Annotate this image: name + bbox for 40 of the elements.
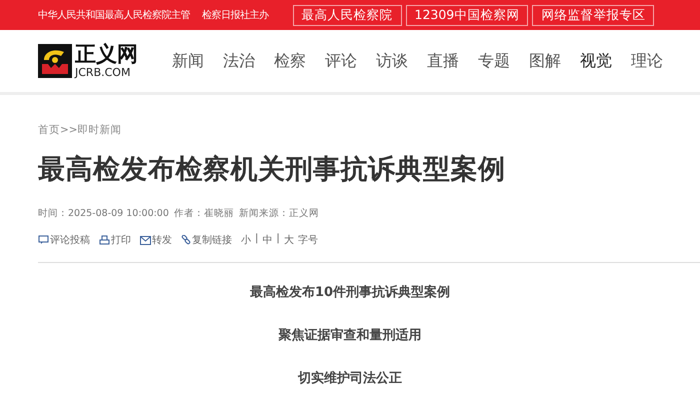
nav-item[interactable]: 访谈	[376, 50, 408, 72]
nav-item[interactable]: 专题	[478, 50, 510, 72]
logo-icon	[38, 44, 72, 78]
article-tool-link[interactable]: 转发	[140, 233, 172, 247]
top-bar-link[interactable]: 网络监督举报专区	[532, 4, 654, 26]
logo-domain: JCRB.COM	[75, 67, 132, 78]
article-meta: 时间：2025-08-09 10:00:00	[38, 207, 169, 220]
top-bar-link[interactable]: 12309中国检察网	[406, 4, 528, 26]
nav-item[interactable]: 理论	[631, 50, 663, 72]
article-tool-link[interactable]: 评论投稿	[38, 233, 90, 247]
font-size-label: 字号	[298, 234, 318, 247]
nav-item[interactable]: 视觉	[580, 50, 612, 72]
separator-text: |	[255, 233, 258, 246]
article-heading: 聚焦证据审查和量刑适用	[278, 326, 422, 344]
nav-item[interactable]: 检察	[274, 50, 306, 72]
logo-name: 正义网	[75, 44, 138, 65]
top-bar-link[interactable]: 最高人民检察院	[292, 4, 402, 26]
mail-icon	[140, 236, 151, 244]
article-meta: 新闻来源：正义网	[238, 207, 319, 220]
font-size-option[interactable]: 中	[262, 233, 272, 247]
article-title: 最高检发布检察机关刑事抗诉典型案例	[38, 153, 506, 187]
article-tool-link[interactable]: 复制链接	[181, 233, 232, 247]
printer-icon	[99, 235, 110, 245]
nav-item[interactable]: 新闻	[172, 50, 204, 72]
article-heading: 最高检发布10件刑事抗诉典型案例	[250, 284, 450, 301]
font-size-option[interactable]: 大	[284, 233, 294, 247]
separator-text: |	[276, 233, 280, 246]
breadcrumb[interactable]: 首页>>即时新闻	[38, 123, 700, 137]
top-bar-note: 中华人民共和国最高人民检察院主管	[38, 8, 190, 22]
link-icon	[181, 235, 191, 245]
nav-item[interactable]: 图解	[529, 50, 561, 72]
font-size-option[interactable]: 小	[241, 233, 251, 247]
article-meta: 作者：崔晓丽	[174, 207, 234, 220]
article-tool-link[interactable]: 打印	[99, 233, 131, 247]
comment-icon	[38, 235, 49, 245]
article-heading: 切实维护司法公正	[298, 370, 402, 387]
nav-item[interactable]: 法治	[223, 50, 255, 72]
nav-item[interactable]: 直播	[427, 50, 459, 72]
nav-item[interactable]: 评论	[325, 50, 357, 72]
top-bar-note: 检察日报社主办	[202, 8, 268, 22]
